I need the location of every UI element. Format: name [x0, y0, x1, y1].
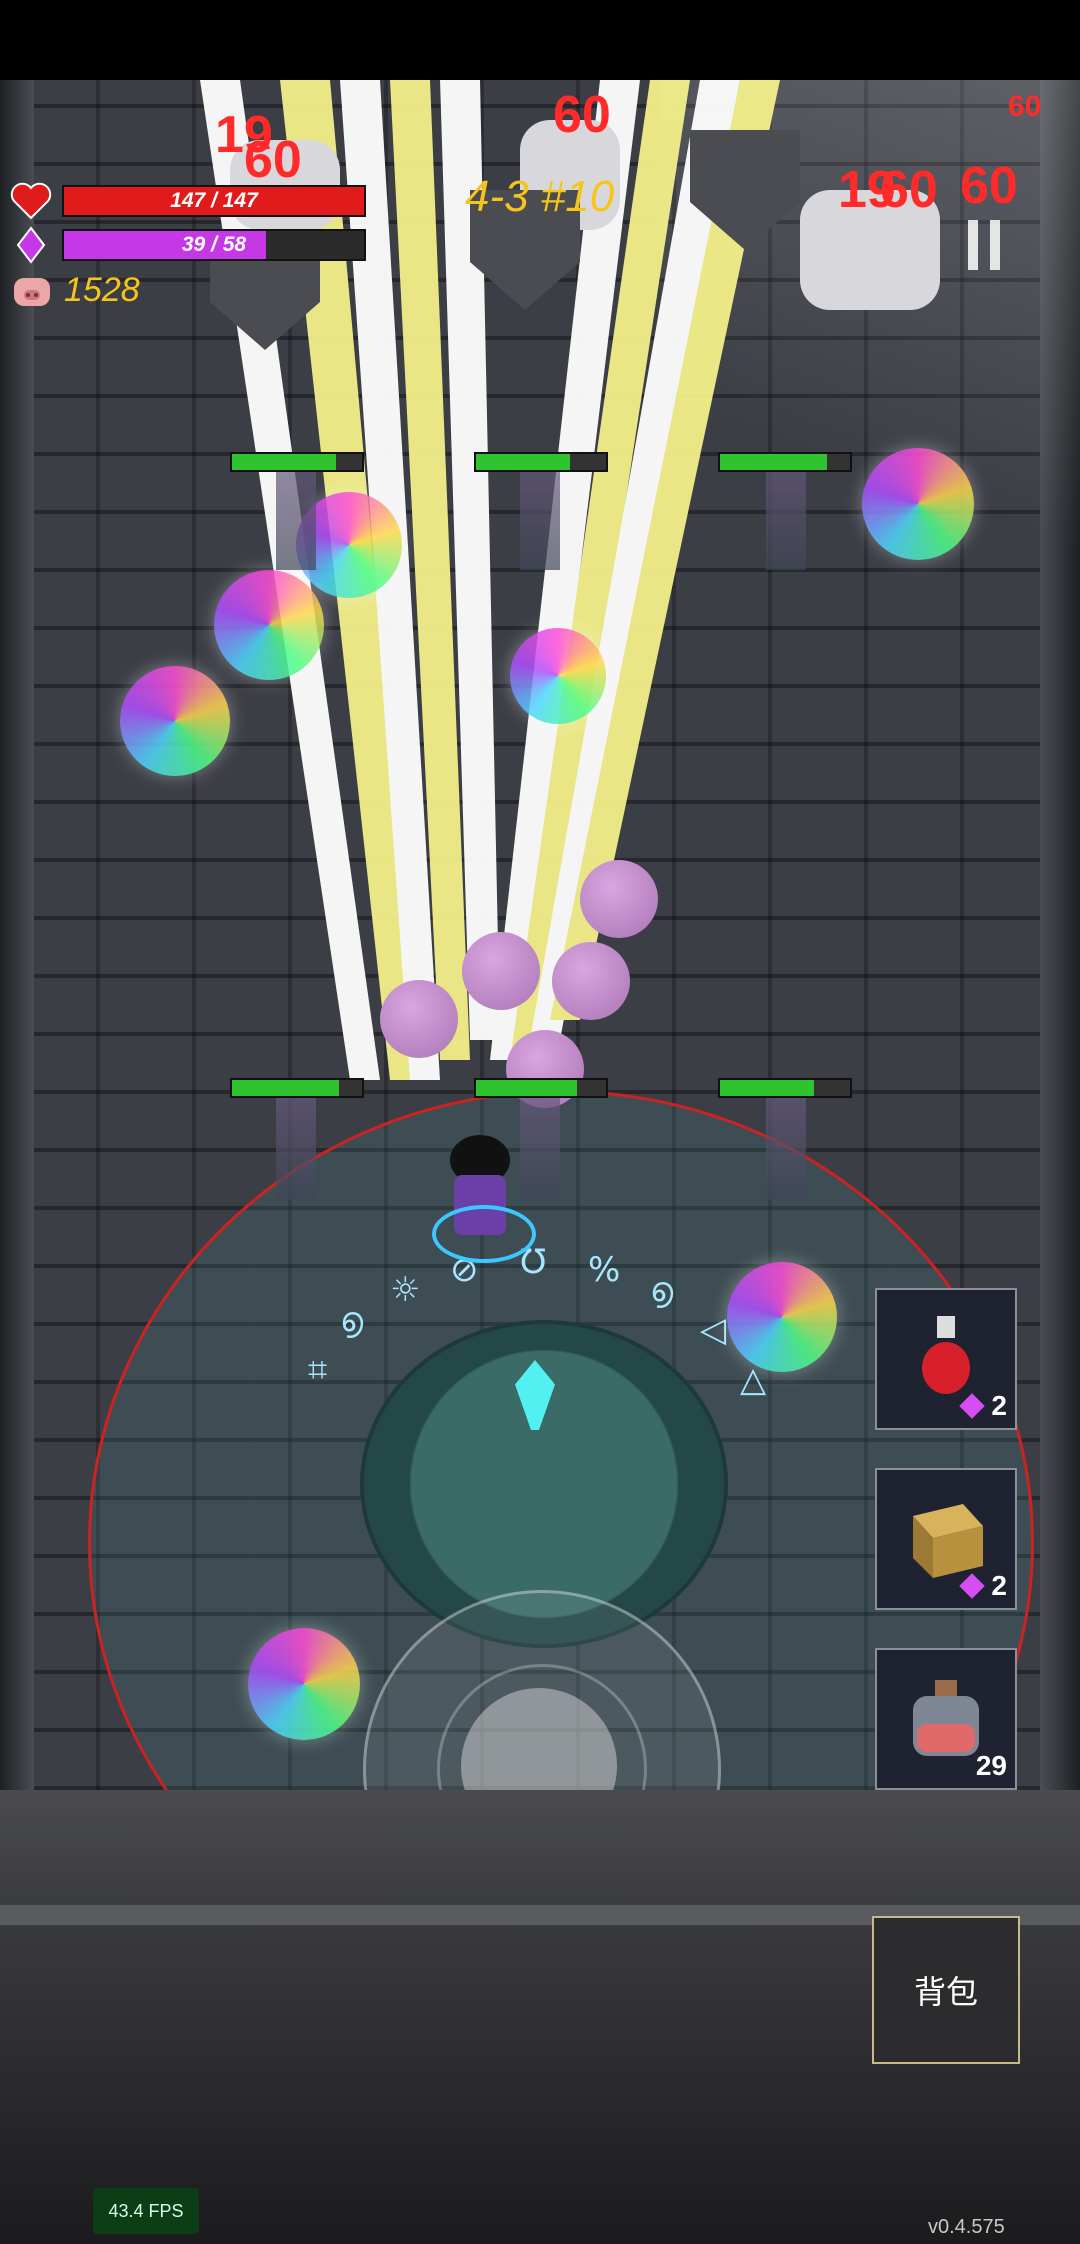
- item-count: 29: [975, 1750, 1007, 1781]
- mana-text: 39 / 58: [181, 233, 247, 256]
- player-ring: [432, 1205, 536, 1263]
- spawn-pillar: [276, 460, 316, 570]
- bag-button[interactable]: 背包: [872, 1916, 1020, 2064]
- enemy-health-bar: [718, 452, 852, 472]
- coins-row: 1528: [10, 270, 140, 310]
- pause-icon[interactable]: [968, 220, 1008, 270]
- enemy-health-fill: [476, 1080, 578, 1096]
- mana-gem-icon: [959, 1573, 986, 1599]
- spawn-pillar: [766, 460, 806, 570]
- rainbow-orb: [248, 1628, 360, 1740]
- rainbow-orb: [727, 1262, 837, 1372]
- fps-counter: 43.4 FPS: [93, 2188, 199, 2234]
- damage-number: 60: [1008, 90, 1042, 123]
- damage-number: 60: [244, 131, 302, 189]
- mana-row: 39 / 58: [10, 226, 366, 264]
- spawn-pillar: [520, 1090, 560, 1200]
- enemy-health-bar: [230, 1078, 364, 1098]
- health-text: 147 / 147: [170, 189, 258, 212]
- heart-icon: [10, 182, 52, 220]
- damage-number: 60: [553, 86, 611, 144]
- enemy-health-fill: [720, 454, 827, 470]
- item-cost: 2: [959, 1570, 1007, 1602]
- mana-gem-icon: [16, 226, 46, 264]
- spawn-pillar: [766, 1090, 806, 1200]
- enemy-health-fill: [232, 454, 336, 470]
- enemy-health-bar: [474, 1078, 608, 1098]
- rainbow-orb: [862, 448, 974, 560]
- rainbow-orb: [120, 666, 230, 776]
- enemy-health-bar: [474, 452, 608, 472]
- health-bar: 147 / 147: [62, 185, 366, 217]
- pig-icon: [14, 278, 50, 306]
- spawn-pillar: [520, 460, 560, 570]
- enemy-health-fill: [232, 1080, 339, 1096]
- enemy-health-fill: [476, 454, 570, 470]
- enemy-health-bar: [718, 1078, 852, 1098]
- spawn-pillar: [276, 1090, 316, 1200]
- player-character: [432, 1135, 536, 1263]
- wave-indicator: 4-3 #10: [465, 172, 615, 221]
- enemy-health-fill: [720, 1080, 814, 1096]
- coin-count: 1528: [64, 270, 140, 309]
- purple-slime: [580, 860, 658, 938]
- version-label: v0.4.575: [928, 2216, 1005, 2238]
- mana-bar: 39 / 58: [62, 229, 366, 261]
- purple-slime: [380, 980, 458, 1058]
- mana-gem-icon: [959, 1393, 986, 1419]
- health-row: 147 / 147: [10, 182, 366, 220]
- item-slot-red-potion[interactable]: 2: [875, 1288, 1017, 1430]
- purple-slime: [552, 942, 630, 1020]
- rainbow-orb: [214, 570, 324, 680]
- enemy-health-bar: [230, 452, 364, 472]
- rainbow-orb: [510, 628, 606, 724]
- status-bar-area: [0, 0, 1080, 80]
- item-cost: 2: [959, 1390, 1007, 1422]
- purple-slime: [462, 932, 540, 1010]
- item-slot-rune-cube[interactable]: 2: [875, 1468, 1017, 1610]
- damage-number: 19: [838, 161, 896, 219]
- damage-number: 60: [960, 157, 1018, 215]
- item-slot-health-flask[interactable]: 29: [875, 1648, 1017, 1790]
